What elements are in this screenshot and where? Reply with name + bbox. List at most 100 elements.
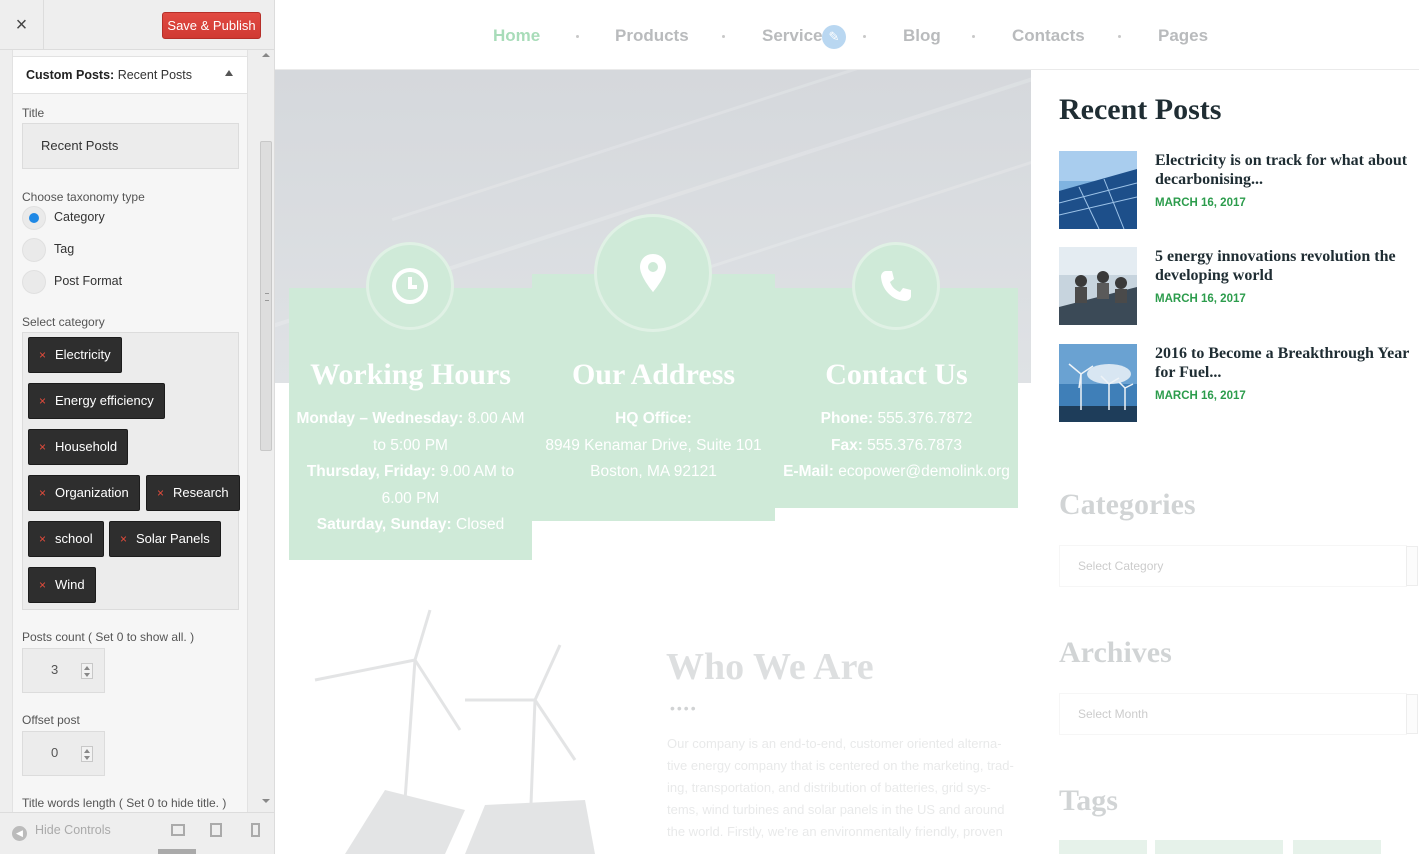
scroll-up-icon[interactable]: [262, 53, 270, 57]
radio-label: Post Format: [54, 274, 123, 288]
archives-select[interactable]: Select Month: [1059, 693, 1418, 735]
post-thumbnail[interactable]: [1059, 151, 1137, 229]
nav-blog[interactable]: Blog: [903, 26, 941, 46]
tag-chip[interactable]: [1293, 840, 1381, 854]
post-title-link[interactable]: 2016 to Become a Breakthrough Year for F…: [1155, 344, 1419, 382]
recent-post-item[interactable]: 2016 to Become a Breakthrough Year for F…: [1059, 344, 1419, 424]
scroll-down-icon[interactable]: [262, 799, 270, 803]
card-line: Boston, MA 92121: [590, 463, 717, 480]
widget-panel: Custom Posts: Recent Posts Title Recent …: [12, 50, 248, 820]
recent-post-item[interactable]: 5 energy innovations revolution the deve…: [1059, 247, 1419, 327]
remove-icon[interactable]: ×: [39, 338, 46, 372]
remove-icon[interactable]: ×: [120, 522, 127, 556]
save-publish-button[interactable]: Save & Publish: [162, 12, 261, 39]
post-date: MARCH 16, 2017: [1155, 293, 1246, 305]
offset-post-label: Offset post: [22, 713, 80, 727]
edit-pencil-icon[interactable]: ✎: [822, 25, 846, 49]
radio-icon[interactable]: [22, 238, 46, 262]
info-card-contact: Contact Us Phone: 555.376.7872 Fax: 555.…: [775, 242, 1018, 508]
category-tag[interactable]: × school: [28, 521, 104, 557]
radio-category[interactable]: Category: [22, 206, 222, 230]
nav-products[interactable]: Products: [615, 26, 689, 46]
chevron-down-icon[interactable]: [1406, 546, 1418, 586]
remove-icon[interactable]: ×: [157, 476, 164, 510]
remove-icon[interactable]: ×: [39, 476, 46, 510]
card-line: E-Mail: ecopower@demolink.org: [783, 463, 1010, 480]
tag-chip[interactable]: [1155, 840, 1283, 854]
chevron-down-icon[interactable]: [1406, 694, 1418, 734]
tag-label: Wind: [55, 577, 85, 592]
tag-label: Electricity: [55, 347, 111, 362]
offset-post-input[interactable]: 0: [22, 731, 105, 776]
post-title-link[interactable]: Electricity is on track for what about d…: [1155, 151, 1419, 189]
customizer-footer: ◀ Hide Controls: [0, 812, 274, 854]
category-tag[interactable]: × Organization: [28, 475, 140, 511]
remove-icon[interactable]: ×: [39, 384, 46, 418]
close-icon[interactable]: ×: [0, 0, 44, 50]
radio-post-format[interactable]: Post Format: [22, 270, 222, 294]
category-multiselect[interactable]: × Electricity × Energy efficiency × Househo…: [22, 332, 240, 610]
card-line: 8949 Kenamar Drive, Suite 101: [545, 437, 762, 454]
remove-icon[interactable]: ×: [39, 522, 46, 556]
tag-label: Research: [173, 485, 229, 500]
mobile-preview-icon[interactable]: [251, 823, 260, 837]
nav-home[interactable]: Home: [493, 26, 540, 46]
card-line: Thursday, Friday: 9.00 AM to: [306, 463, 515, 480]
collapse-caret-icon[interactable]: [225, 70, 233, 76]
nav-separator: [576, 35, 579, 38]
category-tag[interactable]: × Solar Panels: [109, 521, 221, 557]
post-thumbnail[interactable]: [1059, 344, 1137, 422]
tag-label: Household: [55, 439, 118, 454]
tag-chip[interactable]: [1059, 840, 1147, 854]
stepper-icon[interactable]: [81, 663, 93, 679]
widget-section-header[interactable]: Custom Posts: Recent Posts: [13, 56, 247, 94]
radio-label: Tag: [54, 242, 75, 256]
map-pin-icon: [594, 214, 712, 332]
category-tag[interactable]: × Electricity: [28, 337, 122, 373]
categories-title: Categories: [1059, 488, 1196, 521]
post-thumbnail[interactable]: [1059, 247, 1137, 325]
stepper-icon[interactable]: [81, 746, 93, 762]
phone-icon: [852, 242, 940, 330]
card-line: to 5:00 PM: [373, 437, 448, 454]
main-navigation: Home Products Service ✎ Blog Contacts Pa…: [275, 0, 1419, 70]
remove-icon[interactable]: ×: [39, 430, 46, 464]
scrollbar-thumb[interactable]: [260, 141, 272, 451]
customizer-scrollbar[interactable]: [258, 50, 274, 820]
grip-icon: [265, 293, 269, 301]
category-tag[interactable]: × Wind: [28, 567, 96, 603]
radio-selected-icon[interactable]: [22, 206, 46, 230]
post-title-link[interactable]: 5 energy innovations revolution the deve…: [1155, 247, 1419, 285]
customizer-header: × Save & Publish: [0, 0, 274, 50]
nav-service[interactable]: Service: [762, 26, 823, 46]
card-line: Phone: 555.376.7872: [820, 410, 973, 427]
nav-pages[interactable]: Pages: [1158, 26, 1208, 46]
remove-icon[interactable]: ×: [39, 568, 46, 602]
posts-count-input[interactable]: 3: [22, 648, 105, 693]
archives-title: Archives: [1059, 636, 1172, 669]
wind-turbine-image: [295, 600, 615, 854]
title-input[interactable]: Recent Posts: [22, 123, 239, 169]
post-date: MARCH 16, 2017: [1155, 197, 1246, 209]
customizer-controls: Custom Posts: Recent Posts Title Recent …: [0, 50, 274, 820]
hide-controls-button[interactable]: ◀ Hide Controls: [12, 823, 111, 841]
tablet-preview-icon[interactable]: [210, 823, 222, 837]
category-tag[interactable]: × Household: [28, 429, 129, 465]
categories-select[interactable]: Select Category: [1059, 545, 1418, 587]
card-title: Contact Us: [825, 358, 968, 391]
radio-icon[interactable]: [22, 270, 46, 294]
who-we-are-title: Who We Are: [666, 646, 874, 688]
desktop-preview-icon[interactable]: [171, 824, 185, 836]
category-tag[interactable]: × Energy efficiency: [28, 383, 165, 419]
who-we-are-text: Our company is an end-to-end, customer o…: [667, 736, 1014, 839]
post-date: MARCH 16, 2017: [1155, 390, 1246, 402]
recent-post-item[interactable]: Electricity is on track for what about d…: [1059, 151, 1419, 231]
category-tag[interactable]: × Research: [146, 475, 240, 511]
nav-separator: [863, 35, 866, 38]
nav-contacts[interactable]: Contacts: [1012, 26, 1085, 46]
tag-label: Organization: [55, 485, 129, 500]
title-divider: ••••: [670, 700, 698, 716]
clock-icon: [366, 242, 454, 330]
customizer-sidebar: × Save & Publish Custom Posts: Recent Po…: [0, 0, 275, 854]
radio-tag[interactable]: Tag: [22, 238, 222, 262]
